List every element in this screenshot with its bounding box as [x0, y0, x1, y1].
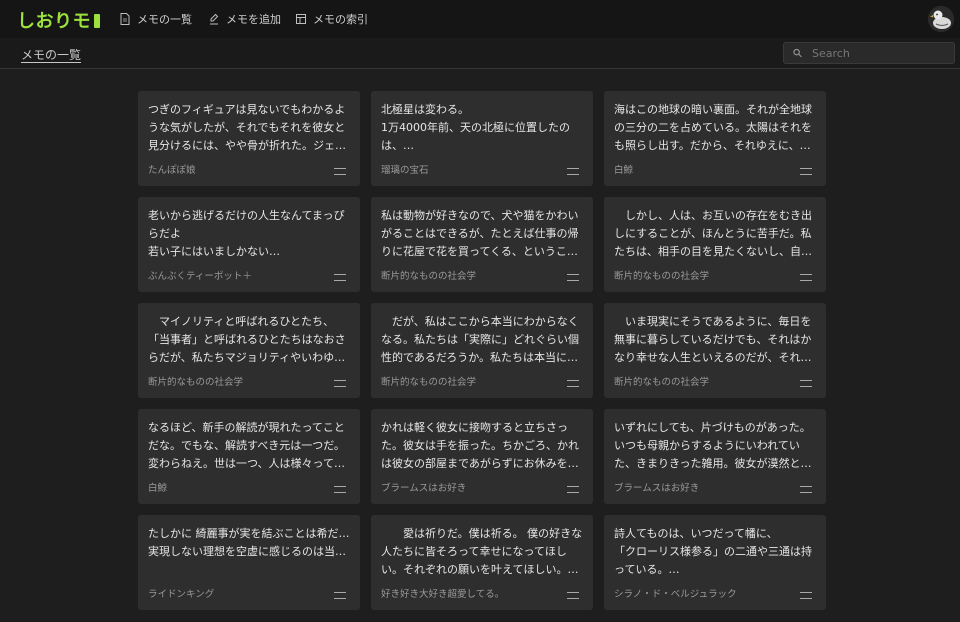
- memo-card-text: 北極星は変わる。 1万4000年前、天の北極に位置したのは、…: [381, 103, 570, 152]
- memo-card-source: 瑠璃の宝石: [381, 165, 429, 176]
- memo-card-source: 断片的なものの社会学: [614, 377, 710, 388]
- memo-card-source: 断片的なものの社会学: [381, 377, 477, 388]
- memo-card-text: なるほど、新手の解読が現れたってことだな。でもな、解読すべき元は一つだ。変わらね…: [148, 421, 346, 470]
- memo-card-source: 白鯨: [614, 165, 634, 176]
- memo-grid: つぎのフィギュアは見ないでもわかるような気がしたが、それでもそれを彼女と見分ける…: [138, 91, 826, 610]
- nav-memo-list-label: メモの一覧: [137, 13, 192, 26]
- memo-card-text: 愛は祈りだ。僕は祈る。 僕の好きな人たちに皆そろって幸せになってほしい。それぞれ…: [381, 527, 583, 576]
- memo-card[interactable]: 愛は祈りだ。僕は祈る。 僕の好きな人たちに皆そろって幸せになってほしい。それぞれ…: [371, 515, 593, 610]
- memo-card-text: かれは軽く彼女に接吻すると立ちさった。彼女は手を振った。ちかごろ、かれは彼女の部…: [381, 421, 579, 470]
- memo-card-footer: 断片的なものの社会学: [148, 374, 350, 388]
- menu-icon[interactable]: [800, 592, 812, 599]
- memo-card-text: 海はこの地球の暗い裏面。それが全地球の三分の二を占めている。太陽はそれをも照らし…: [614, 103, 812, 152]
- menu-icon[interactable]: [567, 592, 579, 599]
- menu-icon[interactable]: [334, 168, 346, 175]
- menu-icon[interactable]: [567, 486, 579, 493]
- memo-card-source: ブラームスはお好き: [381, 483, 467, 494]
- memo-card-text: 私は動物が好きなので、犬や猫をかわいがることはできるが、たとえば仕事の帰りに花屋…: [381, 209, 579, 258]
- menu-icon[interactable]: [800, 168, 812, 175]
- memo-card-footer: たんぽぽ娘: [148, 162, 350, 176]
- menu-icon[interactable]: [567, 168, 579, 175]
- menu-icon[interactable]: [334, 380, 346, 387]
- menu-icon[interactable]: [567, 380, 579, 387]
- memo-card-footer: 断片的なものの社会学: [381, 268, 583, 282]
- menu-icon[interactable]: [334, 274, 346, 281]
- memo-card-footer: 断片的なものの社会学: [381, 374, 583, 388]
- memo-card-text: マイノリティと呼ばれるひとたち、「当事者」と呼ばれるひとたちはなおさらだが、私た…: [148, 315, 346, 364]
- memo-card-text: しかし、人は、お互いの存在をむき出しにすることが、ほんとうに苦手だ。私たちは、相…: [614, 209, 812, 258]
- memo-card-footer: 瑠璃の宝石: [381, 162, 583, 176]
- menu-icon[interactable]: [334, 592, 346, 599]
- nav-memo-index-label: メモの索引: [313, 13, 368, 26]
- memo-card-text: いずれにしても、片づけものがあった。いつも母親からするようにいわれていた、きまり…: [614, 421, 812, 470]
- memo-card[interactable]: つぎのフィギュアは見ないでもわかるような気がしたが、それでもそれを彼女と見分ける…: [138, 91, 360, 186]
- memo-card-source: ぶんぶくティーポット＋: [148, 271, 252, 282]
- menu-icon[interactable]: [334, 486, 346, 493]
- memo-card-source: 断片的なものの社会学: [614, 271, 710, 282]
- memo-card-source: 白鯨: [148, 483, 168, 494]
- top-navbar: しおりモ メモの一覧 メモを追加 メモの索引: [0, 0, 960, 38]
- document-icon: [120, 13, 130, 25]
- table-icon: [296, 14, 306, 24]
- search-box[interactable]: [783, 42, 955, 64]
- nav-add-memo-label: メモを追加: [226, 13, 281, 26]
- sub-header: メモの一覧: [0, 38, 960, 69]
- memo-card-footer: 白鯨: [148, 480, 350, 494]
- avatar-bird-icon: [928, 6, 954, 32]
- memo-card-source: 好き好き大好き超愛してる。: [381, 589, 505, 600]
- logo-mark-icon: [94, 14, 100, 28]
- memo-card-text: 詩人てものは、いつだって幡に、 「クローリス様参る」の二通や三通は持っている。…: [614, 527, 812, 576]
- app-logo-text: しおりモ: [17, 11, 91, 32]
- menu-icon[interactable]: [800, 486, 812, 493]
- memo-card-footer: 断片的なものの社会学: [614, 374, 816, 388]
- app-logo[interactable]: しおりモ: [17, 7, 100, 33]
- memo-card[interactable]: なるほど、新手の解読が現れたってことだな。でもな、解読すべき元は一つだ。変わらね…: [138, 409, 360, 504]
- memo-card-footer: ブラームスはお好き: [614, 480, 816, 494]
- search-icon: [793, 48, 802, 58]
- memo-card-footer: ブラームスはお好き: [381, 480, 583, 494]
- memo-card-footer: シラノ・ド・ベルジュラック: [614, 586, 816, 600]
- memo-card-text: 老いから逃げるだけの人生なんてまっぴらだよ 若い子にはいましかない…: [148, 209, 345, 258]
- memo-card-text: だが、私はここから本当にわからなくなる。私たちは「実際に」どれぐらい個性的である…: [381, 315, 579, 364]
- breadcrumb[interactable]: メモの一覧: [21, 46, 81, 63]
- memo-card-footer: ライドンキング: [148, 586, 350, 600]
- memo-card[interactable]: いずれにしても、片づけものがあった。いつも母親からするようにいわれていた、きまり…: [604, 409, 826, 504]
- memo-card[interactable]: 海はこの地球の暗い裏面。それが全地球の三分の二を占めている。太陽はそれをも照らし…: [604, 91, 826, 186]
- nav-memo-list[interactable]: メモの一覧: [120, 11, 192, 27]
- memo-card-text: たしかに 綺麗事が実を結ぶことは希だ… 実現しない理想を空虚に感じるのは当…: [148, 527, 350, 558]
- avatar[interactable]: [928, 6, 954, 32]
- memo-card[interactable]: マイノリティと呼ばれるひとたち、「当事者」と呼ばれるひとたちはなおさらだが、私た…: [138, 303, 360, 398]
- memo-card[interactable]: 私は動物が好きなので、犬や猫をかわいがることはできるが、たとえば仕事の帰りに花屋…: [371, 197, 593, 292]
- memo-card[interactable]: しかし、人は、お互いの存在をむき出しにすることが、ほんとうに苦手だ。私たちは、相…: [604, 197, 826, 292]
- menu-icon[interactable]: [800, 380, 812, 387]
- memo-card[interactable]: たしかに 綺麗事が実を結ぶことは希だ… 実現しない理想を空虚に感じるのは当… ライ…: [138, 515, 360, 610]
- memo-card-footer: 白鯨: [614, 162, 816, 176]
- memo-card[interactable]: 老いから逃げるだけの人生なんてまっぴらだよ 若い子にはいましかない… ぶんぶくティ…: [138, 197, 360, 292]
- memo-card[interactable]: かれは軽く彼女に接吻すると立ちさった。彼女は手を振った。ちかごろ、かれは彼女の部…: [371, 409, 593, 504]
- memo-card[interactable]: だが、私はここから本当にわからなくなる。私たちは「実際に」どれぐらい個性的である…: [371, 303, 593, 398]
- memo-card-text: いま現実にそうであるように、毎日を無事に暮らしているだけでも、それはかなり幸せな…: [614, 315, 812, 364]
- memo-card-footer: 断片的なものの社会学: [614, 268, 816, 282]
- menu-icon[interactable]: [567, 274, 579, 281]
- memo-card-source: 断片的なものの社会学: [381, 271, 477, 282]
- memo-card-source: シラノ・ド・ベルジュラック: [614, 589, 737, 600]
- memo-card-source: ライドンキング: [148, 589, 215, 600]
- memo-card-footer: 好き好き大好き超愛してる。: [381, 586, 583, 600]
- nav-add-memo[interactable]: メモを追加: [209, 11, 281, 27]
- edit-icon: [210, 13, 219, 25]
- memo-card-source: 断片的なものの社会学: [148, 377, 244, 388]
- memo-card-footer: ぶんぶくティーポット＋: [148, 268, 350, 282]
- menu-icon[interactable]: [800, 274, 812, 281]
- search-input[interactable]: [810, 45, 954, 61]
- memo-card-source: ブラームスはお好き: [614, 483, 700, 494]
- memo-card[interactable]: いま現実にそうであるように、毎日を無事に暮らしているだけでも、それはかなり幸せな…: [604, 303, 826, 398]
- memo-card[interactable]: 詩人てものは、いつだって幡に、 「クローリス様参る」の二通や三通は持っている。……: [604, 515, 826, 610]
- memo-card-source: たんぽぽ娘: [148, 165, 196, 176]
- nav-memo-index[interactable]: メモの索引: [296, 11, 368, 27]
- memo-card[interactable]: 北極星は変わる。 1万4000年前、天の北極に位置したのは、… 瑠璃の宝石: [371, 91, 593, 186]
- memo-card-text: つぎのフィギュアは見ないでもわかるような気がしたが、それでもそれを彼女と見分ける…: [148, 103, 346, 152]
